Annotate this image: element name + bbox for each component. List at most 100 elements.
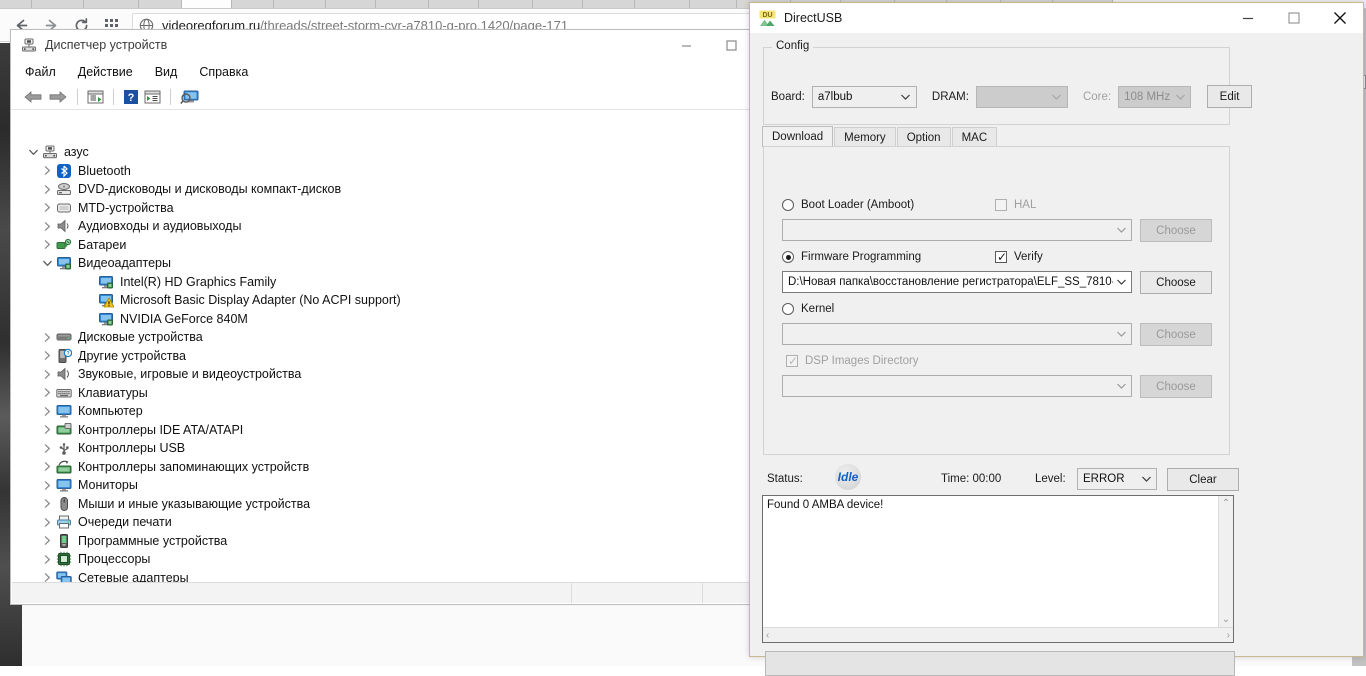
tree-node[interactable]: Программные устройства <box>12 532 755 551</box>
level-select[interactable]: ERROR <box>1077 468 1157 490</box>
tree-node[interactable]: азус <box>12 143 755 162</box>
chevron-right-icon[interactable] <box>38 518 56 527</box>
browser-tab[interactable] <box>690 0 737 8</box>
chevron-right-icon[interactable] <box>38 166 56 175</box>
chevron-right-icon[interactable] <box>38 462 56 471</box>
hal-checkbox-row[interactable]: HAL <box>995 199 1036 211</box>
tree-node[interactable]: Компьютер <box>12 402 755 421</box>
tree-node[interactable]: Звуковые, игровые и видеоустройства <box>12 365 755 384</box>
tree-node[interactable]: Процессоры <box>12 550 755 569</box>
browser-tab[interactable] <box>274 0 326 8</box>
tab-download[interactable]: Download <box>762 126 833 147</box>
device-manager-minimize-button[interactable] <box>664 31 709 60</box>
scan-icon[interactable] <box>144 89 161 105</box>
browser-tab[interactable] <box>232 0 274 8</box>
chevron-right-icon[interactable]: › <box>1227 630 1230 641</box>
tree-node[interactable]: NVIDIA GeForce 840M <box>12 310 755 329</box>
browser-tab-active[interactable] <box>182 0 232 8</box>
dram-select[interactable] <box>976 86 1068 108</box>
directusb-maximize-button[interactable] <box>1271 4 1317 33</box>
chevron-right-icon[interactable] <box>38 185 56 194</box>
tree-node[interactable]: Контроллеры USB <box>12 439 755 458</box>
menu-view[interactable]: Вид <box>155 65 178 79</box>
firmware-radio[interactable] <box>782 251 794 263</box>
firmware-path-combo[interactable]: D:\Новая папка\восстановление регистрато… <box>782 271 1132 293</box>
board-select[interactable]: a7lbub <box>812 86 917 108</box>
chevron-right-icon[interactable] <box>38 444 56 453</box>
chevron-down-icon[interactable] <box>24 149 42 156</box>
browser-tab[interactable] <box>583 0 635 8</box>
chevron-up-icon[interactable]: ⌃ <box>1222 498 1230 509</box>
chevron-right-icon[interactable] <box>38 536 56 545</box>
tree-node[interactable]: DVD-дисководы и дисководы компакт-дисков <box>12 180 755 199</box>
kernel-path-combo[interactable] <box>782 323 1132 345</box>
device-manager-titlebar[interactable]: Диспетчер устройств <box>11 30 754 60</box>
browser-tab[interactable] <box>533 0 583 8</box>
firmware-radio-row[interactable]: Firmware Programming <box>782 251 921 263</box>
tree-node[interactable]: Microsoft Basic Display Adapter (No ACPI… <box>12 291 755 310</box>
download-tabbar[interactable]: Download Memory Option MAC <box>762 126 1218 147</box>
directusb-titlebar[interactable]: DU DirectUSB <box>750 3 1363 33</box>
tree-node[interactable]: Дисковые устройства <box>12 328 755 347</box>
tree-node[interactable]: Bluetooth <box>12 162 755 181</box>
tree-node[interactable]: Мыши и иные указывающие устройства <box>12 495 755 514</box>
browser-tab[interactable] <box>84 0 139 8</box>
log-horizontal-scrollbar[interactable]: ‹ › <box>763 627 1233 642</box>
browser-tab[interactable] <box>635 0 690 8</box>
chevron-down-icon[interactable]: ⌄ <box>1222 614 1230 625</box>
dsp-checkbox[interactable]: ✓ <box>786 355 798 367</box>
tree-node[interactable]: MTD-устройства <box>12 199 755 218</box>
help-icon[interactable]: ? <box>123 89 139 105</box>
directusb-minimize-button[interactable] <box>1225 4 1271 33</box>
dsp-choose-button[interactable]: Choose <box>1140 375 1212 398</box>
browser-tab[interactable] <box>0 0 32 8</box>
device-tree[interactable]: азусBluetoothDVD-дисководы и дисководы к… <box>12 135 755 601</box>
chevron-right-icon[interactable] <box>38 407 56 416</box>
tree-node[interactable]: Клавиатуры <box>12 384 755 403</box>
chevron-right-icon[interactable] <box>38 203 56 212</box>
edit-button[interactable]: Edit <box>1207 85 1252 108</box>
tree-node[interactable]: Мониторы <box>12 476 755 495</box>
tree-node[interactable]: Очереди печати <box>12 513 755 532</box>
chevron-right-icon[interactable] <box>38 573 56 582</box>
kernel-choose-button[interactable]: Choose <box>1140 323 1212 346</box>
core-select[interactable]: 108 MHz <box>1118 86 1191 108</box>
browser-tab[interactable] <box>429 0 479 8</box>
log-output-box[interactable]: Found 0 AMBA device! ⌃ ⌄ ‹ › <box>762 495 1234 643</box>
browser-tab[interactable] <box>32 0 84 8</box>
hal-checkbox[interactable] <box>995 199 1007 211</box>
tree-node[interactable]: Батареи <box>12 236 755 255</box>
browser-tab[interactable] <box>479 0 533 8</box>
log-vertical-scrollbar[interactable]: ⌃ ⌄ <box>1218 496 1233 627</box>
tab-mac[interactable]: MAC <box>952 127 998 147</box>
menu-help[interactable]: Справка <box>199 65 248 79</box>
tree-node[interactable]: Видеоадаптеры <box>12 254 755 273</box>
chevron-right-icon[interactable] <box>38 388 56 397</box>
chevron-right-icon[interactable] <box>38 425 56 434</box>
chevron-right-icon[interactable] <box>38 351 56 360</box>
chevron-right-icon[interactable] <box>38 370 56 379</box>
tree-node[interactable]: Контроллеры IDE ATA/ATAPI <box>12 421 755 440</box>
chevron-right-icon[interactable] <box>38 222 56 231</box>
firmware-choose-button[interactable]: Choose <box>1140 271 1212 294</box>
directusb-close-button[interactable] <box>1317 4 1363 33</box>
browser-tab[interactable] <box>326 0 376 8</box>
browser-tab[interactable] <box>376 0 429 8</box>
verify-checkbox[interactable]: ✓ <box>995 251 1007 263</box>
chevron-right-icon[interactable] <box>38 499 56 508</box>
menu-action[interactable]: Действие <box>78 65 133 79</box>
kernel-radio-row[interactable]: Kernel <box>782 303 834 315</box>
tree-node[interactable]: Intel(R) HD Graphics Family <box>12 273 755 292</box>
chevron-right-icon[interactable] <box>38 481 56 490</box>
bootloader-radio-row[interactable]: Boot Loader (Amboot) <box>782 199 914 211</box>
chevron-down-icon[interactable] <box>38 260 56 267</box>
bootloader-radio[interactable] <box>782 199 794 211</box>
chevron-right-icon[interactable] <box>38 555 56 564</box>
chevron-left-icon[interactable]: ‹ <box>766 630 769 641</box>
chevron-right-icon[interactable] <box>38 240 56 249</box>
dsp-checkbox-row[interactable]: ✓ DSP Images Directory <box>786 355 919 367</box>
tree-node[interactable]: Аудиовходы и аудиовыходы <box>12 217 755 236</box>
forward-arrow-icon[interactable] <box>48 89 68 105</box>
bootloader-path-combo[interactable] <box>782 219 1132 241</box>
verify-checkbox-row[interactable]: ✓ Verify <box>995 251 1043 263</box>
